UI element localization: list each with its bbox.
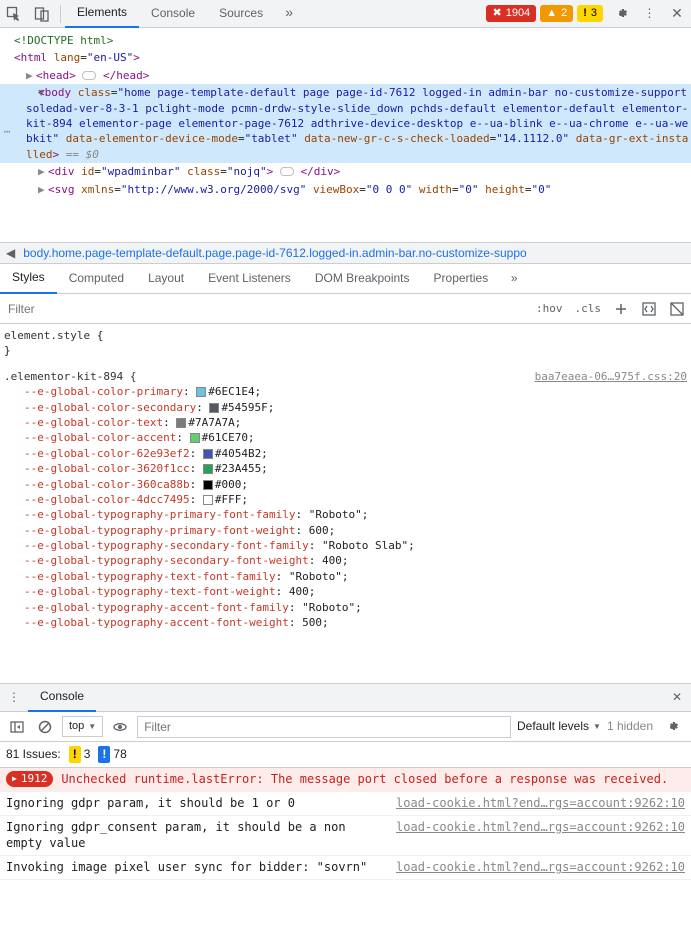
tab-styles[interactable]: Styles <box>0 264 57 294</box>
body-node-selected[interactable]: ▼<body class="home page-template-default… <box>0 84 691 163</box>
css-property[interactable]: --e-global-color-3620f1cc: #23A455; <box>24 461 687 476</box>
more-styles-tabs-icon[interactable]: » <box>500 266 528 292</box>
css-property[interactable]: --e-global-color-primary: #6EC1E4; <box>24 384 687 399</box>
dom-breadcrumb[interactable]: ◀ body.home.page-template-default.page.p… <box>0 242 691 264</box>
issues-info-pill[interactable]: !78 <box>98 746 126 763</box>
div-wpadminbar-node[interactable]: ▶<div id="wpadminbar" class="nojq"> </di… <box>0 163 691 180</box>
expand-dots-icon[interactable]: ⋯ <box>0 124 14 139</box>
styles-rules[interactable]: element.style { } .elementor-kit-894 { b… <box>0 324 691 683</box>
svg-node[interactable]: ▶<svg xmlns="http://www.w3.org/2000/svg"… <box>0 181 691 198</box>
close-devtools-icon[interactable]: ✕ <box>663 1 691 27</box>
console-log[interactable]: 1912 Unchecked runtime.lastError: The me… <box>0 768 691 927</box>
issues-warn-pill[interactable]: !3 <box>69 746 91 763</box>
tab-console[interactable]: Console <box>139 0 207 28</box>
cls-toggle[interactable]: .cls <box>569 301 608 316</box>
drawer-menu-icon[interactable]: ⋮ <box>0 685 28 711</box>
styles-filter-input[interactable] <box>0 295 530 323</box>
issues-row[interactable]: 81 Issues: !3 !78 <box>0 742 691 768</box>
source-link[interactable]: load-cookie.html?end…rgs=account:9262:10 <box>396 859 685 876</box>
log-message: Invoking image pixel user sync for bidde… <box>6 859 396 876</box>
console-log-row[interactable]: Ignoring gdpr_consent param, it should b… <box>0 816 691 857</box>
console-error-row[interactable]: 1912 Unchecked runtime.lastError: The me… <box>0 768 691 792</box>
console-filter-input[interactable] <box>137 716 511 738</box>
hover-toggle[interactable]: :hov <box>530 301 569 316</box>
css-property[interactable]: --e-global-typography-primary-font-famil… <box>24 507 687 522</box>
tab-properties[interactable]: Properties <box>422 264 501 294</box>
tab-dom-breakpoints[interactable]: DOM Breakpoints <box>303 264 422 294</box>
css-property[interactable]: --e-global-typography-secondary-font-wei… <box>24 553 687 568</box>
head-node[interactable]: ▶<head> </head> <box>0 67 691 84</box>
rule-selector[interactable]: .elementor-kit-894 { <box>4 369 136 384</box>
breadcrumb-scroll-left-icon[interactable]: ◀ <box>6 245 15 262</box>
issues-label: 81 Issues: <box>6 746 61 763</box>
css-property[interactable]: --e-global-typography-accent-font-family… <box>24 600 687 615</box>
tab-sources[interactable]: Sources <box>207 0 275 28</box>
css-property[interactable]: --e-global-typography-accent-font-weight… <box>24 615 687 630</box>
css-property[interactable]: --e-global-color-360ca88b: #000; <box>24 477 687 492</box>
css-property[interactable]: --e-global-typography-primary-font-weigh… <box>24 523 687 538</box>
styles-filter-row: :hov .cls <box>0 294 691 324</box>
css-property[interactable]: --e-global-color-62e93ef2: #4054B2; <box>24 446 687 461</box>
css-property[interactable]: --e-global-color-accent: #61CE70; <box>24 430 687 445</box>
dom-tree[interactable]: ⋯ <!DOCTYPE html> <html lang="en-US"> ▶<… <box>0 28 691 242</box>
log-levels-selector[interactable]: Default levels ▼ <box>517 718 601 735</box>
css-property[interactable]: --e-global-color-4dcc7495: #FFF; <box>24 492 687 507</box>
main-tabs: Elements Console Sources » <box>65 0 303 28</box>
css-property[interactable]: --e-global-typography-text-font-weight: … <box>24 584 687 599</box>
doctype-node[interactable]: <!DOCTYPE html> <box>14 34 113 47</box>
toggle-rendering-icon[interactable] <box>663 296 691 322</box>
console-drawer: ⋮ Console ✕ top ▼ Default levels ▼ 1 hid… <box>0 683 691 927</box>
drawer-tab-console[interactable]: Console <box>28 684 96 712</box>
kebab-menu-icon[interactable]: ⋮ <box>635 1 663 27</box>
error-message: Unchecked runtime.lastError: The message… <box>61 771 685 788</box>
breadcrumb-path[interactable]: body.home.page-template-default.page.pag… <box>23 245 526 262</box>
styles-pane-tabs: Styles Computed Layout Event Listeners D… <box>0 264 691 294</box>
warning-count-pill[interactable]: ▲2 <box>540 5 573 22</box>
clear-console-icon[interactable] <box>34 714 56 740</box>
more-tabs-icon[interactable]: » <box>275 0 303 26</box>
css-property[interactable]: --e-global-typography-secondary-font-fam… <box>24 538 687 553</box>
computed-styles-sidebar-icon[interactable] <box>635 296 663 322</box>
css-property[interactable]: --e-global-color-secondary: #54595F; <box>24 400 687 415</box>
close-drawer-icon[interactable]: ✕ <box>663 685 691 711</box>
tab-elements[interactable]: Elements <box>65 0 139 28</box>
error-count-pill[interactable]: ✖1904 <box>486 5 536 22</box>
error-repeat-badge: 1912 <box>6 771 53 787</box>
css-property[interactable]: --e-global-typography-text-font-family: … <box>24 569 687 584</box>
source-link[interactable]: load-cookie.html?end…rgs=account:9262:10 <box>396 819 685 836</box>
live-expression-icon[interactable] <box>109 714 131 740</box>
rule-elementor-kit[interactable]: .elementor-kit-894 { baa7eaea-06…975f.cs… <box>4 369 687 631</box>
hidden-count[interactable]: 1 hidden <box>607 718 653 735</box>
tab-computed[interactable]: Computed <box>57 264 136 294</box>
device-toggle-icon[interactable] <box>28 1 56 27</box>
console-log-row[interactable]: Invoking image pixel user sync for bidde… <box>0 856 691 880</box>
rule-element-style[interactable]: element.style { } <box>4 328 687 359</box>
console-log-row[interactable]: Ignoring gdpr param, it should be 1 or 0… <box>0 792 691 816</box>
tab-layout[interactable]: Layout <box>136 264 196 294</box>
html-open-tag[interactable]: <html lang="en-US"> <box>0 49 691 66</box>
tab-event-listeners[interactable]: Event Listeners <box>196 264 303 294</box>
new-style-rule-icon[interactable] <box>607 296 635 322</box>
css-property[interactable]: --e-global-color-text: #7A7A7A; <box>24 415 687 430</box>
log-message: Ignoring gdpr param, it should be 1 or 0 <box>6 795 396 812</box>
console-settings-icon[interactable] <box>659 714 685 740</box>
ellipsis-icon[interactable] <box>82 71 96 80</box>
source-link[interactable]: baa7eaea-06…975f.css:20 <box>535 369 687 384</box>
settings-icon[interactable] <box>607 1 635 27</box>
context-selector[interactable]: top ▼ <box>62 716 103 737</box>
console-sidebar-toggle-icon[interactable] <box>6 714 28 740</box>
source-link[interactable]: load-cookie.html?end…rgs=account:9262:10 <box>396 795 685 812</box>
inspect-icon[interactable] <box>0 1 28 27</box>
log-message: Ignoring gdpr_consent param, it should b… <box>6 819 396 853</box>
info-count-pill[interactable]: !3 <box>577 5 603 22</box>
devtools-toolbar: Elements Console Sources » ✖1904 ▲2 !3 ⋮… <box>0 0 691 28</box>
ellipsis-icon[interactable] <box>280 167 294 176</box>
